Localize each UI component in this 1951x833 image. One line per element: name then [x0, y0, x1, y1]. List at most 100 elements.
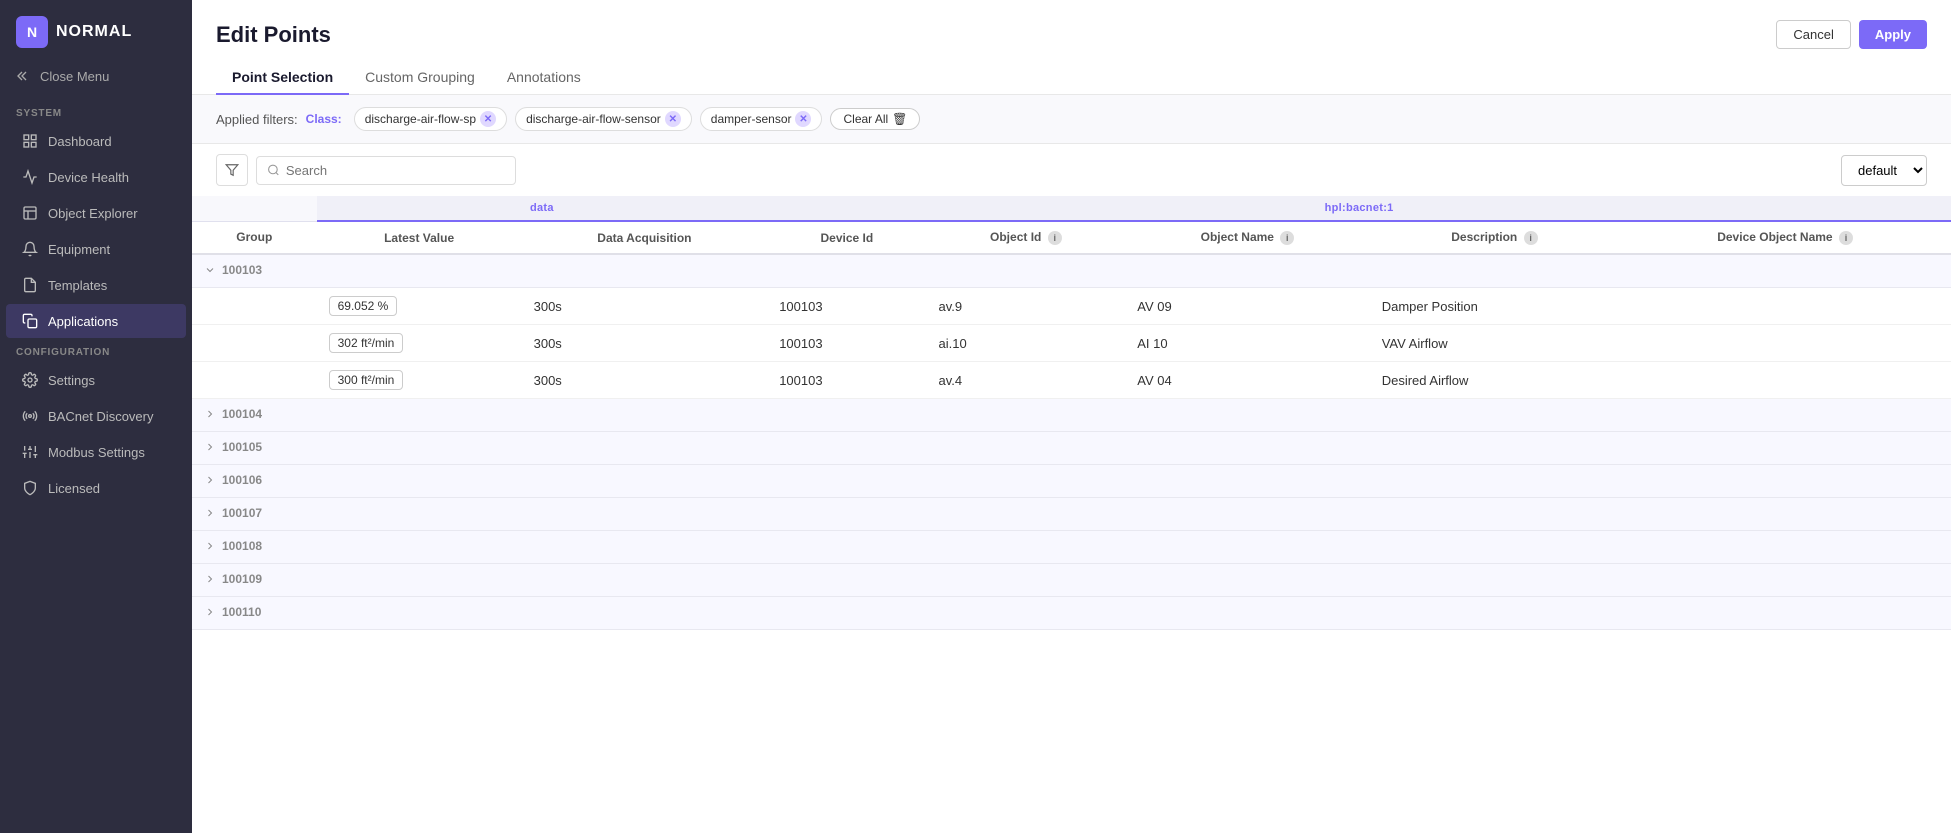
clear-all-icon: 🗑 [892, 112, 907, 126]
group-id-100104: 100104 [222, 407, 262, 421]
cell-object-id: av.9 [927, 288, 1126, 325]
col-description: Description i [1370, 221, 1619, 254]
chevron-right-icon [204, 573, 216, 585]
sidebar-item-applications-label: Applications [48, 314, 118, 329]
sidebar-item-equipment[interactable]: Equipment [6, 232, 186, 266]
shield-icon [22, 480, 38, 496]
group-id-100108: 100108 [222, 539, 262, 553]
expand-group-100107[interactable]: 100107 [204, 506, 262, 520]
tab-bar: Point Selection Custom Grouping Annotati… [216, 61, 1927, 94]
cell-object-id: ai.10 [927, 325, 1126, 362]
col-source-row: data hpl:bacnet:1 [192, 196, 1951, 221]
cell-object-id: av.4 [927, 362, 1126, 399]
bell-icon [22, 241, 38, 257]
clear-all-label: Clear All [843, 112, 888, 126]
cell-device-object-name [1619, 362, 1951, 399]
filter-button[interactable] [216, 154, 248, 186]
tab-annotations[interactable]: Annotations [491, 61, 597, 95]
expand-group-100103[interactable]: 100103 [204, 263, 262, 277]
sidebar-item-bacnet-discovery-label: BACnet Discovery [48, 409, 153, 424]
object-name-info-icon: i [1280, 231, 1294, 245]
clear-all-button[interactable]: Clear All 🗑 [830, 108, 920, 130]
filter-icon [225, 163, 239, 177]
search-box [256, 156, 516, 185]
source-empty [192, 196, 317, 221]
default-select[interactable]: default [1841, 155, 1927, 186]
expand-group-100109[interactable]: 100109 [204, 572, 262, 586]
group-header-100105: 100105 [192, 432, 1951, 465]
filter-chip-3-remove[interactable]: ✕ [795, 111, 811, 127]
expand-group-100104[interactable]: 100104 [204, 407, 262, 421]
chevron-right-icon [204, 507, 216, 519]
sidebar-item-modbus-settings[interactable]: Modbus Settings [6, 435, 186, 469]
value-badge: 302 ft²/min [329, 333, 404, 353]
cell-latest-value: 300 ft²/min [317, 362, 522, 399]
filter-chip-1-remove[interactable]: ✕ [480, 111, 496, 127]
sidebar-item-applications[interactable]: Applications [6, 304, 186, 338]
source-bacnet: hpl:bacnet:1 [767, 196, 1951, 221]
cell-device-id: 100103 [767, 362, 926, 399]
sliders-icon [22, 444, 38, 460]
sidebar-item-device-health[interactable]: Device Health [6, 160, 186, 194]
data-table: data hpl:bacnet:1 Group Latest Value Dat… [192, 196, 1951, 630]
sidebar-item-licensed[interactable]: Licensed [6, 471, 186, 505]
page-title: Edit Points [216, 22, 331, 48]
col-device-object-name: Device Object Name i [1619, 221, 1951, 254]
table-body: 100103 69.052 % 300s 100103 av.9 AV 09 D… [192, 254, 1951, 630]
cell-group [192, 288, 317, 325]
expand-group-100110[interactable]: 100110 [204, 605, 261, 619]
group-header-100108: 100108 [192, 531, 1951, 564]
copy-icon [22, 313, 38, 329]
file-icon [22, 277, 38, 293]
close-menu-label: Close Menu [40, 69, 109, 84]
group-header-100107: 100107 [192, 498, 1951, 531]
filters-label: Applied filters: [216, 112, 298, 127]
main-content: Edit Points Cancel Apply Point Selection… [192, 0, 1951, 833]
cell-object-name: AV 04 [1125, 362, 1369, 399]
close-menu-button[interactable]: Close Menu [0, 60, 192, 100]
table-row: 100106 [192, 465, 1951, 498]
apply-button[interactable]: Apply [1859, 20, 1927, 49]
table-row: 100103 [192, 254, 1951, 288]
cell-object-name: AV 09 [1125, 288, 1369, 325]
filter-chip-2-remove[interactable]: ✕ [665, 111, 681, 127]
table-row: 100104 [192, 399, 1951, 432]
sidebar-item-templates[interactable]: Templates [6, 268, 186, 302]
toolbar-left [216, 154, 516, 186]
sidebar-item-settings[interactable]: Settings [6, 363, 186, 397]
cell-description: VAV Airflow [1370, 325, 1619, 362]
sidebar-item-object-explorer[interactable]: Object Explorer [6, 196, 186, 230]
group-id-100110: 100110 [222, 605, 261, 619]
expand-group-100105[interactable]: 100105 [204, 440, 262, 454]
sidebar-item-dashboard[interactable]: Dashboard [6, 124, 186, 158]
col-object-id: Object Id i [927, 221, 1126, 254]
table-row: 69.052 % 300s 100103 av.9 AV 09 Damper P… [192, 288, 1951, 325]
expand-group-100106[interactable]: 100106 [204, 473, 262, 487]
expand-group-100108[interactable]: 100108 [204, 539, 262, 553]
cell-group [192, 325, 317, 362]
search-input[interactable] [286, 163, 505, 178]
data-table-container: data hpl:bacnet:1 Group Latest Value Dat… [192, 196, 1951, 833]
gear-icon [22, 372, 38, 388]
tab-custom-grouping[interactable]: Custom Grouping [349, 61, 491, 95]
group-header-100103: 100103 [192, 254, 1951, 288]
col-group: Group [192, 221, 317, 254]
sidebar-item-bacnet-discovery[interactable]: BACnet Discovery [6, 399, 186, 433]
logo: N NORMAL [0, 0, 192, 60]
col-device-id: Device Id [767, 221, 926, 254]
filter-chip-2-value: discharge-air-flow-sensor [526, 112, 661, 126]
tab-point-selection[interactable]: Point Selection [216, 61, 349, 95]
group-id-100105: 100105 [222, 440, 262, 454]
cell-device-id: 100103 [767, 325, 926, 362]
cell-data-acquisition: 300s [522, 288, 768, 325]
cancel-button[interactable]: Cancel [1776, 20, 1850, 49]
table-row: 300 ft²/min 300s 100103 av.4 AV 04 Desir… [192, 362, 1951, 399]
filters-bar: Applied filters: Class: discharge-air-fl… [192, 95, 1951, 144]
sidebar-item-templates-label: Templates [48, 278, 107, 293]
activity-icon [22, 169, 38, 185]
value-badge: 300 ft²/min [329, 370, 404, 390]
group-header-100106: 100106 [192, 465, 1951, 498]
object-id-info-icon: i [1048, 231, 1062, 245]
sidebar-item-dashboard-label: Dashboard [48, 134, 112, 149]
chevron-right-icon [204, 606, 216, 618]
